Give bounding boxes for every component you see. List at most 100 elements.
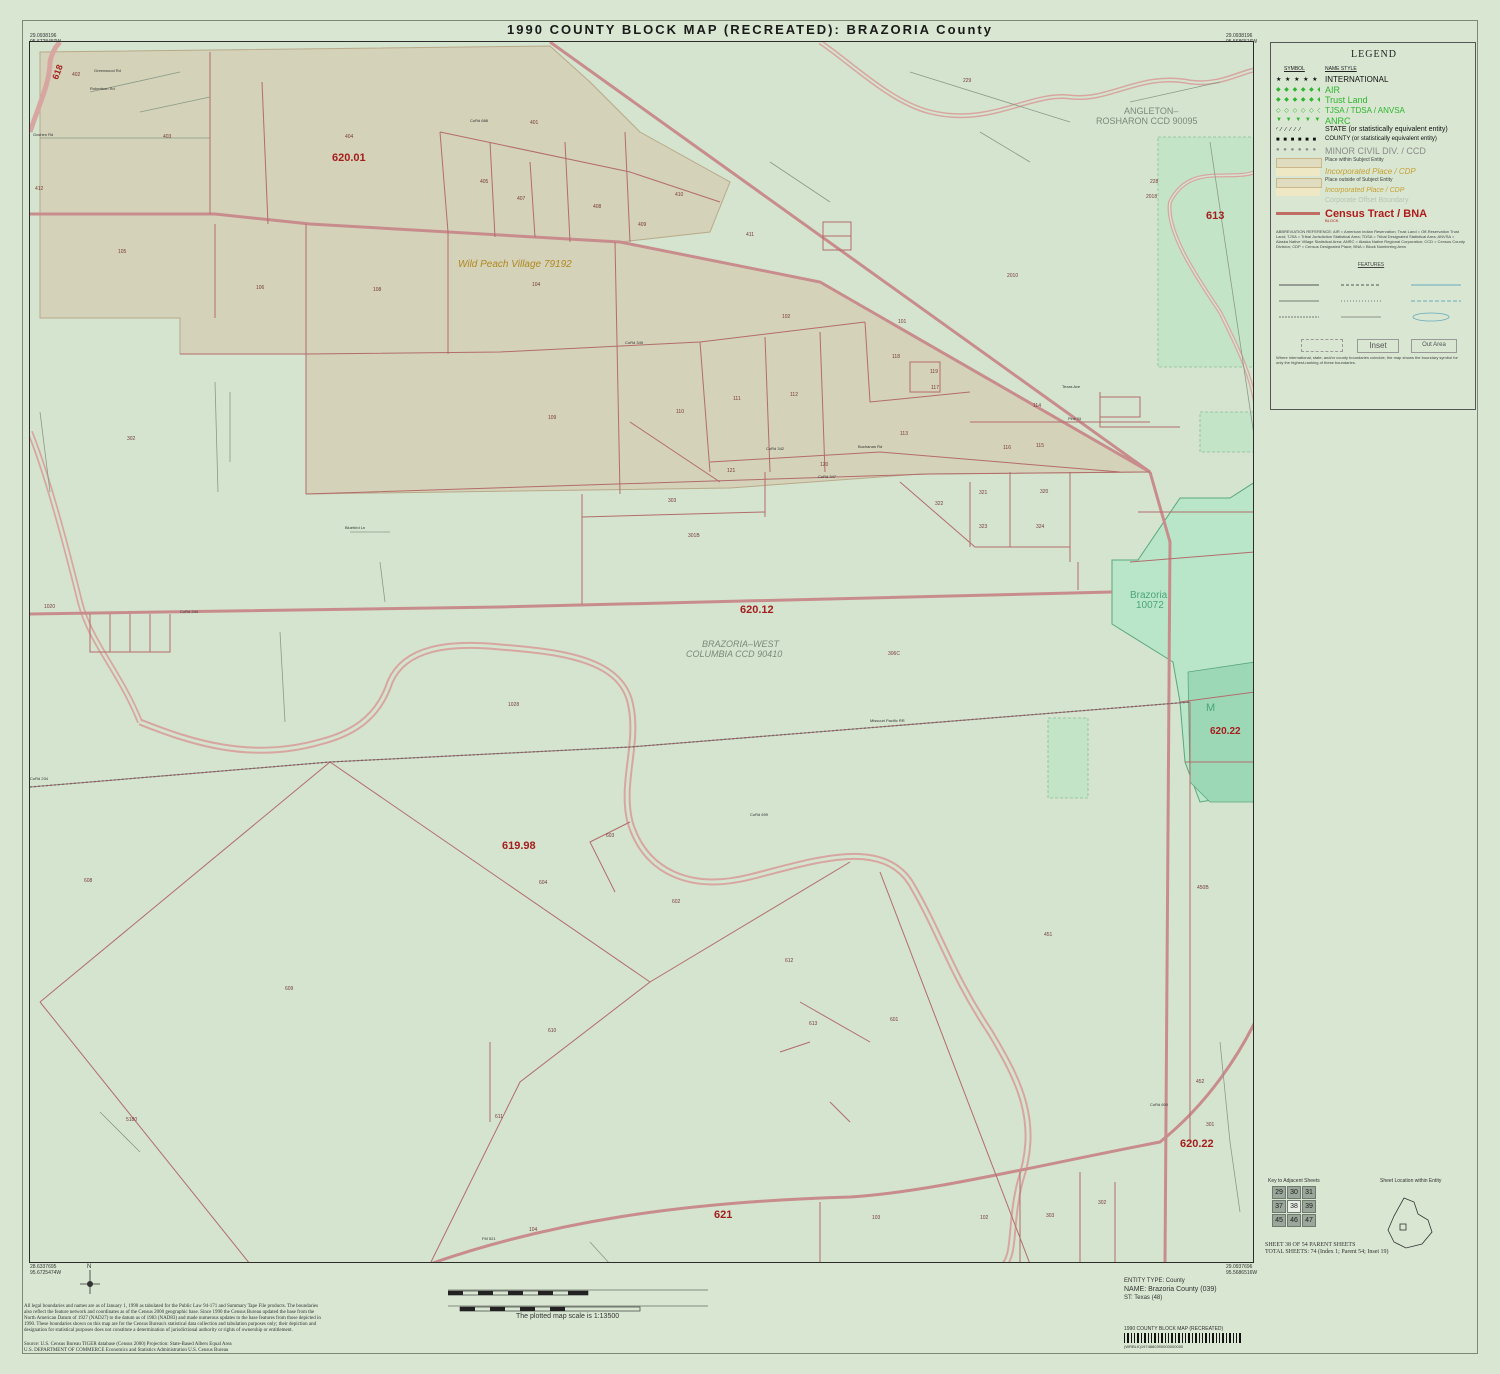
legend-name: AIR [1325, 85, 1341, 96]
key-cell[interactable]: 30 [1287, 1186, 1301, 1199]
block-label: 5180 [126, 1117, 138, 1123]
block-label: 110 [676, 409, 684, 415]
block-label: 116 [1003, 445, 1011, 451]
legend-name: STATE (or statistically equivalent entit… [1325, 126, 1448, 133]
legend-col-symbol: SYMBOL [1284, 66, 1305, 72]
key-cell[interactable]: 47 [1302, 1214, 1316, 1227]
block-label: 306C [888, 651, 900, 657]
road-label: CoRd 600 [1150, 1102, 1169, 1107]
block-label: 104 [532, 282, 541, 288]
legend-symbol-icon: ▼ ▼ ▼ ▼ ▼ ▼ [1276, 116, 1320, 123]
ccd-label: COLUMBIA CCD 90410 [686, 649, 783, 659]
legend-name: Incorporated Place / CDP [1325, 187, 1405, 195]
key-cell-current[interactable]: 38 [1287, 1200, 1301, 1213]
coord-bottom-right: 29.0937696 95.5686516W [1226, 1264, 1258, 1276]
location-title: Sheet Location within Entity [1380, 1178, 1442, 1184]
block-label: 611 [495, 1114, 503, 1120]
road-label: Bluebird Ln [345, 525, 366, 530]
key-cell[interactable]: 29 [1272, 1186, 1286, 1199]
map-frame[interactable]: 620.01 620.12 619.98 620.22 620.22 621 6… [29, 41, 1254, 1263]
road-label: Greenwood Rd [94, 68, 121, 73]
road-label: CoRd 688 [470, 118, 489, 123]
sheet-info-total: TOTAL SHEETS: 74 (Index 1; Parent 54; In… [1265, 1249, 1389, 1255]
block-label: 610 [548, 1028, 557, 1034]
road-label: Goshen Rd [33, 132, 54, 137]
legend-symbol-icon: ● ● ● ● ● ● [1276, 147, 1318, 154]
block-label: 612 [785, 958, 794, 964]
block-label: 106 [256, 285, 265, 291]
legend-features-graphic [1279, 284, 1461, 322]
block-label: 229 [963, 78, 972, 84]
legend-symbol-icon [1276, 167, 1320, 176]
block-label: 322 [935, 501, 944, 507]
legend-military-box [1301, 339, 1343, 352]
river-north [818, 42, 1253, 119]
ccd-label: ANGLETON– [1124, 106, 1179, 116]
block-label: 404 [345, 134, 354, 140]
legend-name: Corporate Offset Boundary [1325, 197, 1409, 205]
place-label-m: M [1206, 702, 1216, 714]
block-label: 402 [72, 72, 81, 78]
block-label: 102 [980, 1215, 989, 1221]
cdp-area-east [1199, 411, 1253, 453]
legend-abbrev: ABBREVIATION REFERENCE: AIR = American I… [1276, 229, 1465, 249]
road-label: Pine St [1068, 416, 1081, 421]
block-label: 303 [1046, 1213, 1055, 1219]
tract-label: 620.01 [332, 152, 366, 164]
road-label: Texas Ave [1062, 384, 1081, 389]
key-cell[interactable]: 45 [1272, 1214, 1286, 1227]
sheet-info: SHEET 38 OF 54 PARENT SHEETS [1265, 1242, 1356, 1248]
key-cell[interactable]: 46 [1287, 1214, 1301, 1227]
block-label: 119 [930, 369, 938, 375]
road-label: CoRd 244 [180, 609, 199, 614]
block-label: 602 [672, 899, 681, 905]
block-label: 609 [285, 986, 294, 992]
block-label: 320 [1040, 489, 1049, 495]
key-cell[interactable]: 31 [1302, 1186, 1316, 1199]
block-label: 301 [1206, 1122, 1215, 1128]
block-label: 409 [638, 222, 647, 228]
legend-features-title: FEATURES [1357, 262, 1385, 268]
road-label: CoRd 342 [766, 446, 785, 451]
block-label: 117 [931, 385, 939, 391]
block-label: 104 [529, 1227, 538, 1233]
legend-symbol-icon: ★ ★ ★ ★ ★ ★ [1276, 77, 1320, 83]
block-label: 105 [118, 249, 127, 255]
block-label: 403 [163, 134, 172, 140]
block-label: 121 [727, 468, 736, 474]
entity-name: NAME: Brazoria County (039) [1124, 1286, 1217, 1293]
road-label: CoRd 349 [625, 340, 644, 345]
legend-symbol-icon [1276, 188, 1320, 197]
footer-disclaimer: All legal boundaries and names are as of… [24, 1304, 321, 1333]
block-label: 111 [733, 396, 741, 402]
block-label: 302 [1098, 1200, 1107, 1206]
key-cell[interactable]: 37 [1272, 1200, 1286, 1213]
entity-state: ST: Texas (48) [1124, 1295, 1163, 1301]
footer-dept: U.S. DEPARTMENT OF COMMERCE Economics an… [24, 1348, 229, 1353]
tract-label: 621 [714, 1209, 733, 1221]
block-label: 603 [606, 833, 615, 839]
legend-name: TJSA / TDSA / ANVSA [1325, 105, 1405, 115]
cdp-area-613 [1157, 136, 1253, 368]
block-label: 608 [84, 878, 93, 884]
legend-name: BLOCK [1325, 217, 1339, 223]
block-label: 101 [898, 319, 907, 325]
legend-title: LEGEND [1351, 49, 1397, 60]
legend-symbol-icon: ◆ ◆ ◆ ◆ ◆ ◆ [1276, 87, 1320, 94]
scale-text: The plotted map scale is 1:13500 [516, 1313, 620, 1320]
legend-symbol-icon: ■ ■ ■ ■ ■ ■ [1276, 137, 1318, 144]
barcode-number: (WRBLK)1974880390000000000 [1124, 1344, 1184, 1349]
legend-name: Place outside of Subject Entity [1325, 177, 1393, 183]
road-label: Missouri Pacific RR [870, 718, 905, 723]
sheet-location-inset [1387, 1197, 1433, 1249]
legend-name: Place within Subject Entity [1325, 156, 1384, 163]
legend-name: Trust Land [1325, 95, 1368, 106]
road-label: Buchanan Rd [858, 444, 883, 449]
road-label: Robertson Rd [90, 86, 115, 91]
block-label: 2018 [1146, 194, 1158, 200]
tract-label: 620.12 [740, 604, 774, 616]
block-label: 405 [480, 179, 489, 185]
block-label: 303 [668, 498, 677, 504]
legend-symbol-icon [1276, 198, 1320, 206]
key-cell[interactable]: 39 [1302, 1200, 1316, 1213]
